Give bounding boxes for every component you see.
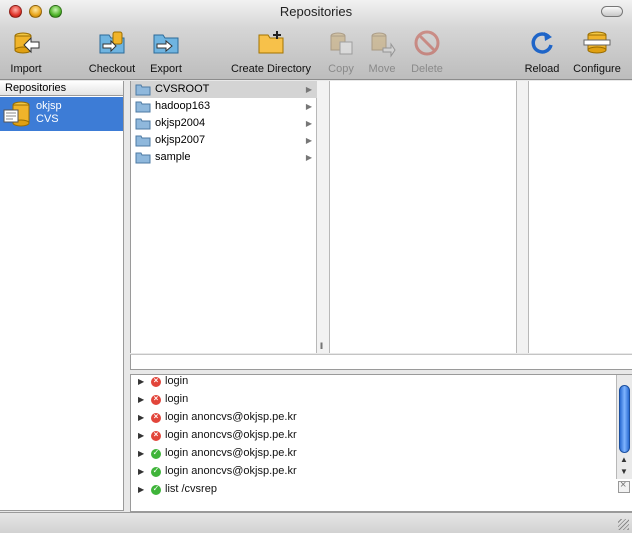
success-status-icon	[151, 484, 161, 495]
log-entry[interactable]: ▶ login	[131, 375, 617, 391]
disclosure-triangle-icon[interactable]: ▶	[138, 431, 144, 440]
log-entry[interactable]: ▶ login anoncvs@okjsp.pe.kr	[131, 463, 617, 481]
new-folder-icon	[258, 31, 284, 54]
folder-icon	[135, 84, 151, 96]
delete-icon	[414, 30, 440, 56]
checkout-folder-icon	[99, 31, 125, 54]
cvs-repository-icon	[3, 101, 30, 127]
repository-name: okjsp	[36, 100, 62, 112]
reload-icon	[531, 32, 553, 54]
log-entry[interactable]: ▶ login anoncvs@okjsp.pe.kr	[131, 409, 617, 427]
directory-row[interactable]: sample ▶	[131, 149, 317, 166]
disclosure-triangle-icon[interactable]: ▶	[138, 377, 144, 386]
window-title: Repositories	[279, 4, 353, 19]
command-log: ▶ login ▶ login ▶ login anoncvs@okjsp.pe…	[130, 374, 632, 512]
sidebar-header: Repositories	[0, 81, 123, 96]
log-entry[interactable]: ▶ login anoncvs@okjsp.pe.kr	[131, 427, 617, 445]
disclosure-triangle-icon[interactable]: ▶	[138, 467, 144, 476]
log-entry[interactable]: ▶ login	[131, 391, 617, 409]
error-status-icon	[151, 412, 161, 423]
copy-icon	[330, 32, 353, 55]
error-status-icon	[151, 376, 161, 387]
copy-button[interactable]: Copy	[323, 28, 359, 78]
column-resize-handle[interactable]: ll	[317, 81, 330, 353]
disclosure-triangle-icon[interactable]: ▶	[138, 485, 144, 494]
column-divider[interactable]	[517, 81, 529, 353]
error-status-icon	[151, 430, 161, 441]
browser-column-2	[331, 81, 517, 353]
copy-label: Copy	[328, 63, 354, 75]
error-status-icon	[151, 394, 161, 405]
scrollbar-thumb[interactable]	[619, 385, 630, 453]
configure-label: Configure	[573, 63, 621, 75]
log-entry[interactable]: ▶ login anoncvs@okjsp.pe.kr	[131, 445, 617, 463]
log-vertical-scrollbar[interactable]: ▲ ▼	[616, 375, 632, 479]
create-directory-button[interactable]: Create Directory	[226, 28, 316, 78]
expand-arrow-icon: ▶	[305, 153, 312, 162]
success-status-icon	[151, 448, 161, 459]
folder-icon	[135, 135, 151, 147]
sidebar-item-okjsp[interactable]: okjsp CVS	[0, 97, 123, 131]
delete-button[interactable]: Delete	[407, 28, 447, 78]
configure-icon	[583, 31, 611, 54]
expand-arrow-icon: ▶	[305, 85, 312, 94]
move-label: Move	[368, 63, 396, 75]
repositories-sidebar: Repositories okjsp CVS	[0, 81, 124, 511]
directory-browser: CVSROOT ▶ hadoop163 ▶ okjsp2004 ▶ okjsp2…	[130, 81, 632, 353]
checkout-label: Checkout	[88, 63, 136, 75]
repository-type: CVS	[36, 113, 59, 125]
scroll-up-arrow-icon[interactable]: ▲	[620, 455, 628, 464]
expand-arrow-icon: ▶	[305, 102, 312, 111]
disclosure-triangle-icon[interactable]: ▶	[138, 449, 144, 458]
directory-row[interactable]: okjsp2004 ▶	[131, 115, 317, 132]
export-button[interactable]: Export	[146, 28, 186, 78]
move-button[interactable]: Move	[364, 28, 400, 78]
folder-icon	[135, 152, 151, 164]
delete-label: Delete	[411, 63, 443, 75]
clear-log-button[interactable]	[618, 479, 630, 493]
import-icon	[14, 32, 40, 54]
expand-arrow-icon: ▶	[305, 136, 312, 145]
scroll-down-arrow-icon[interactable]: ▼	[620, 467, 628, 476]
import-button[interactable]: Import	[6, 28, 46, 78]
create-directory-label: Create Directory	[230, 63, 312, 75]
directory-row[interactable]: okjsp2007 ▶	[131, 132, 317, 149]
disclosure-triangle-icon[interactable]: ▶	[138, 413, 144, 422]
reload-button[interactable]: Reload	[521, 28, 563, 78]
directory-row[interactable]: hadoop163 ▶	[131, 98, 317, 115]
export-label: Export	[150, 63, 182, 75]
title-toolbar: Repositories Import Checkout Export Crea…	[0, 0, 632, 80]
move-icon	[371, 32, 396, 58]
success-status-icon	[151, 466, 161, 477]
log-entry[interactable]: ▶ list /cvsrep	[131, 481, 617, 499]
horizontal-scrollbar[interactable]	[130, 354, 632, 370]
export-folder-icon	[153, 34, 179, 54]
reload-label: Reload	[524, 63, 560, 75]
import-label: Import	[10, 63, 42, 75]
toolbar-toggle-button[interactable]	[601, 6, 623, 17]
directory-row[interactable]: CVSROOT ▶	[131, 81, 317, 98]
status-bar	[0, 512, 632, 533]
checkout-button[interactable]: Checkout	[86, 28, 138, 78]
resize-grip-icon[interactable]	[618, 519, 629, 530]
disclosure-triangle-icon[interactable]: ▶	[138, 395, 144, 404]
expand-arrow-icon: ▶	[305, 119, 312, 128]
browser-column-1: CVSROOT ▶ hadoop163 ▶ okjsp2004 ▶ okjsp2…	[131, 81, 317, 353]
repositories-window: Repositories Import Checkout Export Crea…	[0, 0, 632, 533]
folder-icon	[135, 118, 151, 130]
folder-icon	[135, 101, 151, 113]
configure-button[interactable]: Configure	[569, 28, 625, 78]
